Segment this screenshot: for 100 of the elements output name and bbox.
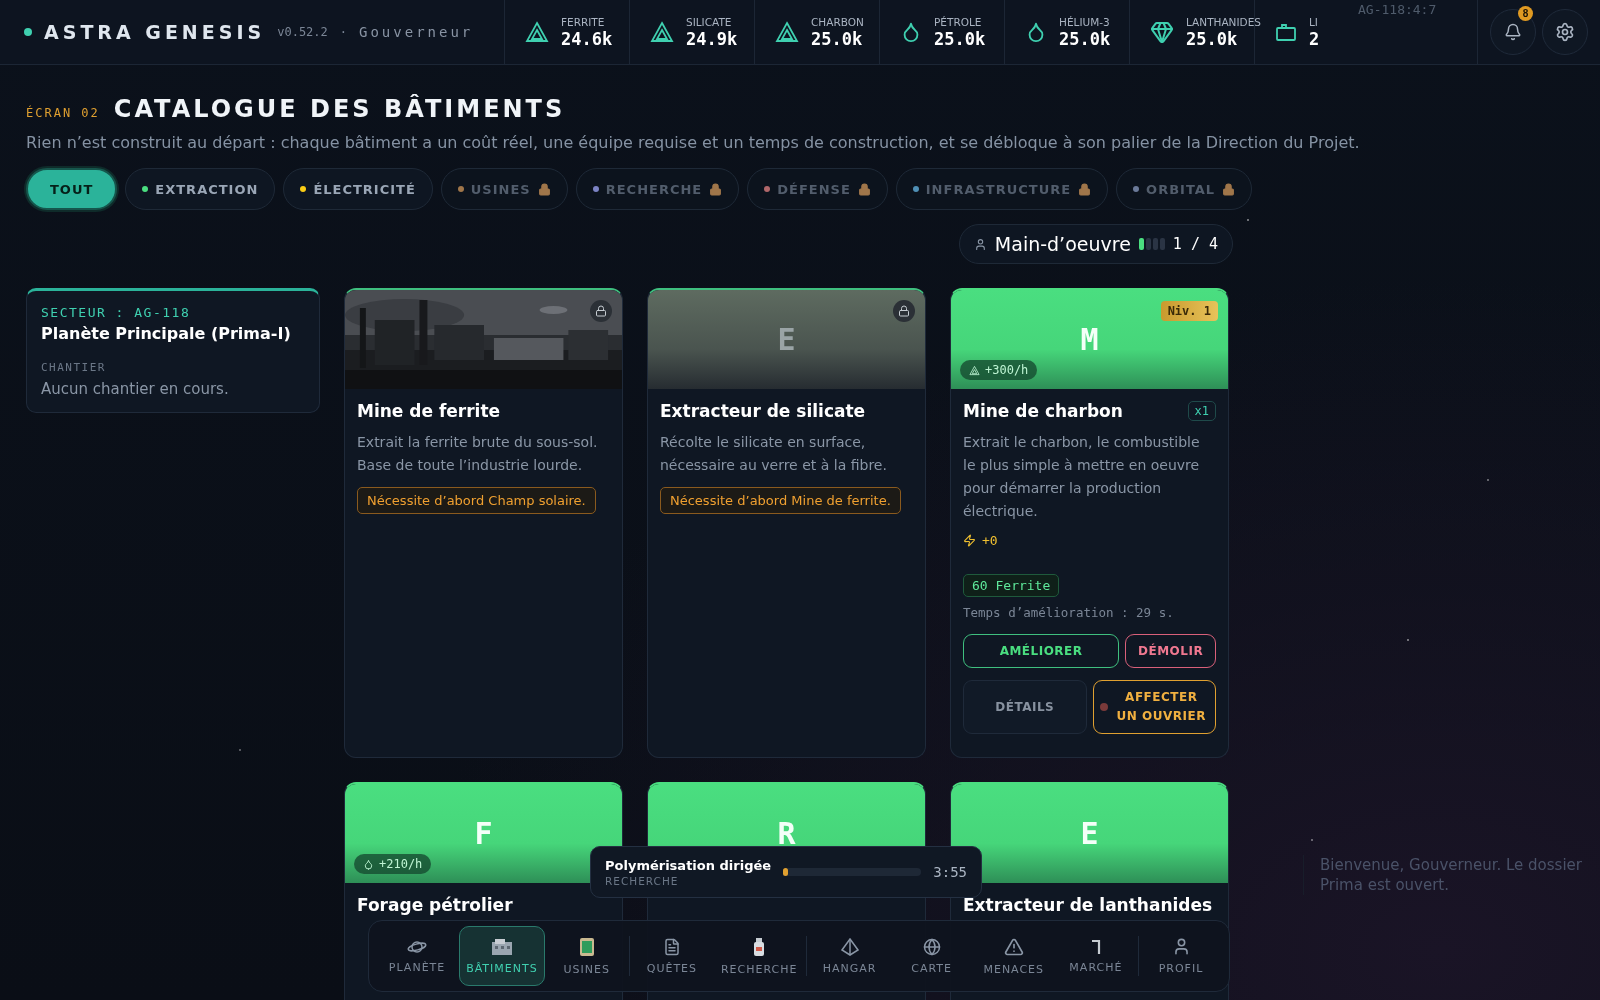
- mountain-icon: [775, 20, 799, 44]
- notifications-button[interactable]: 8: [1490, 9, 1536, 55]
- toolbox-icon: [1275, 22, 1297, 42]
- nav-item[interactable]: RECHERCHE: [713, 926, 805, 986]
- page-subtitle: Rien n’est construit au départ : chaque bâtiment a un coût réel, une équipe requise et un temps de construction, et se débloque à son palier de la Direction du Projet.: [26, 133, 1361, 152]
- toast-time: 3:55: [933, 864, 967, 880]
- filter-chip[interactable]: EXTRACTION: [125, 168, 276, 210]
- lock-icon: [1222, 182, 1236, 196]
- nav-item[interactable]: MENACES: [973, 926, 1054, 986]
- lightning-icon: [963, 534, 976, 547]
- building-description: Récolte le silicate en surface, nécessaire au verre et à la fibre.: [660, 433, 888, 475]
- screen-label: ÉCRAN 02: [26, 106, 100, 120]
- person-icon: [973, 237, 987, 251]
- building-initial: R: [777, 816, 796, 851]
- separator: ·: [339, 25, 347, 39]
- resource-value: 24.9k: [686, 28, 738, 49]
- details-button[interactable]: DÉTAILS: [963, 680, 1087, 734]
- upgrade-time: Temps d’amélioration : 29 s.: [963, 605, 1175, 620]
- filter-chip[interactable]: RECHERCHE: [575, 168, 740, 210]
- assign-worker-button[interactable]: AFFECTER UN OUVRIER: [1092, 680, 1216, 734]
- cost-tag: 60 Ferrite: [963, 574, 1060, 597]
- role-label: Gouverneur: [359, 24, 474, 40]
- sector-code: SECTEUR : AG-118: [41, 305, 192, 320]
- planet-icon: [407, 938, 428, 955]
- building-initial: E: [1080, 816, 1099, 851]
- page-title: CATALOGUE DES BÂTIMENTS: [113, 95, 566, 123]
- status-dot-icon: [24, 28, 32, 36]
- lock-icon: [857, 182, 871, 196]
- lock-icon: [1078, 182, 1092, 196]
- mountain-icon: [650, 20, 674, 44]
- toast-title: Polymérisation dirigée: [605, 857, 772, 873]
- building-title: Extracteur de silicate: [660, 401, 867, 421]
- filter-chip[interactable]: DÉFENSE: [747, 168, 888, 210]
- status-dot-icon: [1099, 703, 1108, 711]
- resource-label: HÉLIUM-3: [1059, 15, 1111, 28]
- hook-icon: [1090, 938, 1101, 955]
- resource-value: 24.6k: [561, 28, 613, 49]
- nav-item[interactable]: PLANÈTE: [377, 926, 458, 986]
- production-rate: +300/h: [960, 360, 1038, 380]
- resource-label: LI: [1309, 15, 1319, 28]
- building-initial: F: [474, 816, 493, 851]
- drop-icon: [363, 858, 374, 870]
- building-title: Mine de charbon: [963, 401, 1123, 421]
- planet-name: Planète Principale (Prima-I): [41, 324, 292, 343]
- resource-label: SILICATE: [686, 15, 733, 28]
- building-title: Extracteur de lanthanides: [963, 895, 1214, 915]
- level-badge: Niv. 1: [1160, 301, 1218, 321]
- settings-icon: [1555, 22, 1575, 42]
- nav-item[interactable]: BÂTIMENTS: [459, 926, 545, 986]
- resource-value: 2: [1309, 28, 1320, 49]
- nav-item[interactable]: QUÊTES: [631, 926, 712, 986]
- toast-category: RECHERCHE: [605, 874, 680, 887]
- lock-icon: [709, 182, 723, 196]
- resource-label: PÉTROLE: [934, 15, 983, 28]
- filter-chip[interactable]: USINES: [440, 168, 568, 210]
- workforce-label: Main-d’oeuvre: [994, 233, 1131, 255]
- lock-icon: [893, 300, 915, 322]
- resource-label: FERRITE: [561, 15, 606, 28]
- building-title: Mine de ferrite: [357, 401, 502, 421]
- filter-chip[interactable]: INFRASTRUCTURE: [895, 168, 1109, 210]
- filter-chip[interactable]: ORBITAL: [1116, 168, 1253, 210]
- canister-icon: [753, 936, 766, 957]
- globe-icon: [922, 937, 941, 956]
- warning-icon: [1003, 936, 1024, 957]
- nav-item[interactable]: USINES: [546, 926, 627, 986]
- building-initial: E: [777, 322, 796, 357]
- resource-label: LANTHANIDES: [1186, 15, 1261, 28]
- production-rate: +210/h: [354, 854, 432, 874]
- nav-item[interactable]: HANGAR: [809, 926, 890, 986]
- mountain-icon: [525, 20, 549, 44]
- building-icon: [490, 937, 513, 956]
- power-output: +0: [982, 533, 998, 548]
- filter-chip[interactable]: ÉLECTRICITÉ: [283, 168, 433, 210]
- count-tag: x1: [1187, 401, 1216, 421]
- welcome-message: Bienvenue, Gouverneur. Le dossier Prima est ouvert.: [1320, 856, 1582, 894]
- resource-value: 25.0k: [811, 28, 864, 49]
- resource-value: 25.0k: [934, 28, 986, 49]
- building-initial: M: [1080, 322, 1099, 357]
- nav-item[interactable]: PROFIL: [1140, 926, 1222, 986]
- section-label: CHANTIER: [41, 361, 107, 374]
- workforce-reading: 1 / 4: [1172, 235, 1218, 253]
- nav-item[interactable]: MARCHÉ: [1055, 926, 1136, 986]
- coordinates-label: AG-118:4:7: [1358, 2, 1438, 19]
- lock-icon: [537, 182, 551, 196]
- nav-item[interactable]: CARTE: [891, 926, 972, 986]
- building-title: Forage pétrolier: [357, 895, 514, 915]
- factory-icon: [578, 936, 595, 957]
- mountain-icon: [969, 364, 980, 376]
- notification-count: 8: [1518, 6, 1533, 21]
- settings-button[interactable]: [1542, 9, 1588, 55]
- gem-icon: [1150, 20, 1174, 44]
- building-description: Extrait le charbon, le combustible le plus simple à mettre en oeuvre pour démarrer la production électrique.: [963, 433, 1201, 521]
- app-title: ASTRA GENESIS: [44, 21, 266, 43]
- resource-value: 25.0k: [1059, 28, 1111, 49]
- demolish-button[interactable]: DÉMOLIR: [1125, 634, 1216, 668]
- filter-chip[interactable]: TOUT: [26, 168, 118, 210]
- upgrade-button[interactable]: AMÉLIORER: [963, 634, 1120, 668]
- document-icon: [662, 937, 681, 956]
- resource-label: CHARBON: [811, 15, 864, 28]
- requirement-note: Nécessite d’abord Champ solaire.: [357, 487, 596, 514]
